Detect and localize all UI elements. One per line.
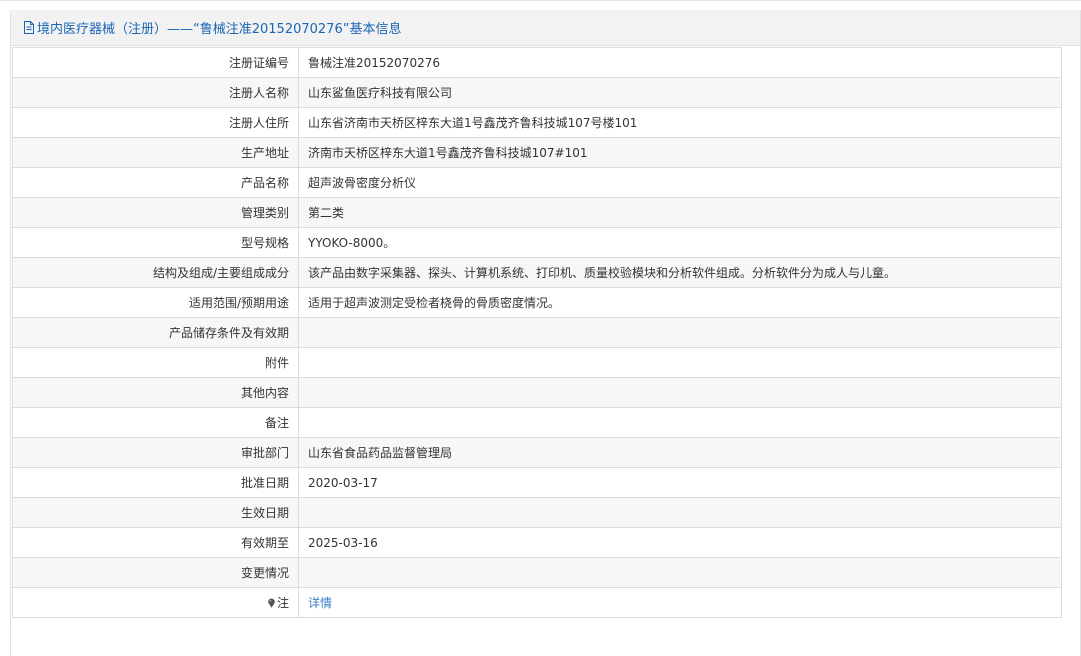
table-row: 注册证编号 鲁械注准20152070276	[12, 47, 1062, 78]
row-label: 生效日期	[12, 497, 299, 528]
row-label: 注册证编号	[12, 47, 299, 78]
row-label: 附件	[12, 347, 299, 378]
row-label: 注册人名称	[12, 77, 299, 108]
table-row: 其他内容	[12, 377, 1062, 408]
table-row: 审批部门 山东省食品药品监督管理局	[12, 437, 1062, 468]
pin-icon	[267, 598, 276, 608]
info-table-wrapper: 注册证编号 鲁械注准20152070276 注册人名称 山东鲨鱼医疗科技有限公司…	[12, 47, 1062, 618]
row-value	[298, 497, 1062, 528]
table-row: 生产地址 济南市天桥区梓东大道1号鑫茂齐鲁科技城107#101	[12, 137, 1062, 168]
row-value: YYOKO-8000。	[298, 227, 1062, 258]
row-label: 管理类别	[12, 197, 299, 228]
row-label: 结构及组成/主要组成成分	[12, 257, 299, 288]
table-row: 有效期至 2025-03-16	[12, 527, 1062, 558]
row-label: 其他内容	[12, 377, 299, 408]
row-label: 审批部门	[12, 437, 299, 468]
row-label: 变更情况	[12, 557, 299, 588]
table-row: 注册人住所 山东省济南市天桥区梓东大道1号鑫茂齐鲁科技城107号楼101	[12, 107, 1062, 138]
row-label: 批准日期	[12, 467, 299, 498]
note-row: 注 详情	[12, 587, 1062, 618]
panel-title: 境内医疗器械（注册）——“鲁械注准20152070276”基本信息	[37, 22, 402, 37]
document-icon	[23, 21, 35, 34]
row-label: 备注	[12, 407, 299, 438]
row-value: 山东省济南市天桥区梓东大道1号鑫茂齐鲁科技城107号楼101	[298, 107, 1062, 138]
table-row: 管理类别 第二类	[12, 197, 1062, 228]
row-label: 产品名称	[12, 167, 299, 198]
table-row: 产品名称 超声波骨密度分析仪	[12, 167, 1062, 198]
row-value: 山东省食品药品监督管理局	[298, 437, 1062, 468]
table-row: 备注	[12, 407, 1062, 438]
table-row: 生效日期	[12, 497, 1062, 528]
row-value: 2025-03-16	[298, 527, 1062, 558]
row-label: 生产地址	[12, 137, 299, 168]
row-label: 适用范围/预期用途	[12, 287, 299, 318]
row-value: 第二类	[298, 197, 1062, 228]
row-value: 2020-03-17	[298, 467, 1062, 498]
panel-header: 境内医疗器械（注册）——“鲁械注准20152070276”基本信息	[11, 10, 1080, 46]
info-table: 注册证编号 鲁械注准20152070276 注册人名称 山东鲨鱼医疗科技有限公司…	[12, 47, 1062, 618]
row-value: 适用于超声波测定受检者桡骨的骨质密度情况。	[298, 287, 1062, 318]
table-row: 注册人名称 山东鲨鱼医疗科技有限公司	[12, 77, 1062, 108]
table-row: 型号规格 YYOKO-8000。	[12, 227, 1062, 258]
row-label: 产品储存条件及有效期	[12, 317, 299, 348]
table-row: 适用范围/预期用途 适用于超声波测定受检者桡骨的骨质密度情况。	[12, 287, 1062, 318]
note-value-cell: 详情	[298, 587, 1062, 618]
note-label: 注	[276, 596, 289, 610]
top-divider	[0, 0, 1081, 1]
row-label: 有效期至	[12, 527, 299, 558]
row-label: 注册人住所	[12, 107, 299, 138]
row-value: 该产品由数字采集器、探头、计算机系统、打印机、质量校验模块和分析软件组成。分析软…	[298, 257, 1062, 288]
row-value	[298, 317, 1062, 348]
table-row: 变更情况	[12, 557, 1062, 588]
row-value: 超声波骨密度分析仪	[298, 167, 1062, 198]
row-value	[298, 347, 1062, 378]
row-value: 鲁械注准20152070276	[298, 47, 1062, 78]
row-value: 山东鲨鱼医疗科技有限公司	[298, 77, 1062, 108]
details-link[interactable]: 详情	[308, 596, 332, 610]
row-value	[298, 407, 1062, 438]
row-label: 型号规格	[12, 227, 299, 258]
note-label-cell: 注	[12, 587, 299, 618]
table-row: 产品储存条件及有效期	[12, 317, 1062, 348]
table-row: 附件	[12, 347, 1062, 378]
page: 境内医疗器械（注册）——“鲁械注准20152070276”基本信息 注册证编号 …	[0, 0, 1081, 656]
row-value	[298, 377, 1062, 408]
row-value	[298, 557, 1062, 588]
table-row: 批准日期 2020-03-17	[12, 467, 1062, 498]
table-row: 结构及组成/主要组成成分 该产品由数字采集器、探头、计算机系统、打印机、质量校验…	[12, 257, 1062, 288]
row-value: 济南市天桥区梓东大道1号鑫茂齐鲁科技城107#101	[298, 137, 1062, 168]
